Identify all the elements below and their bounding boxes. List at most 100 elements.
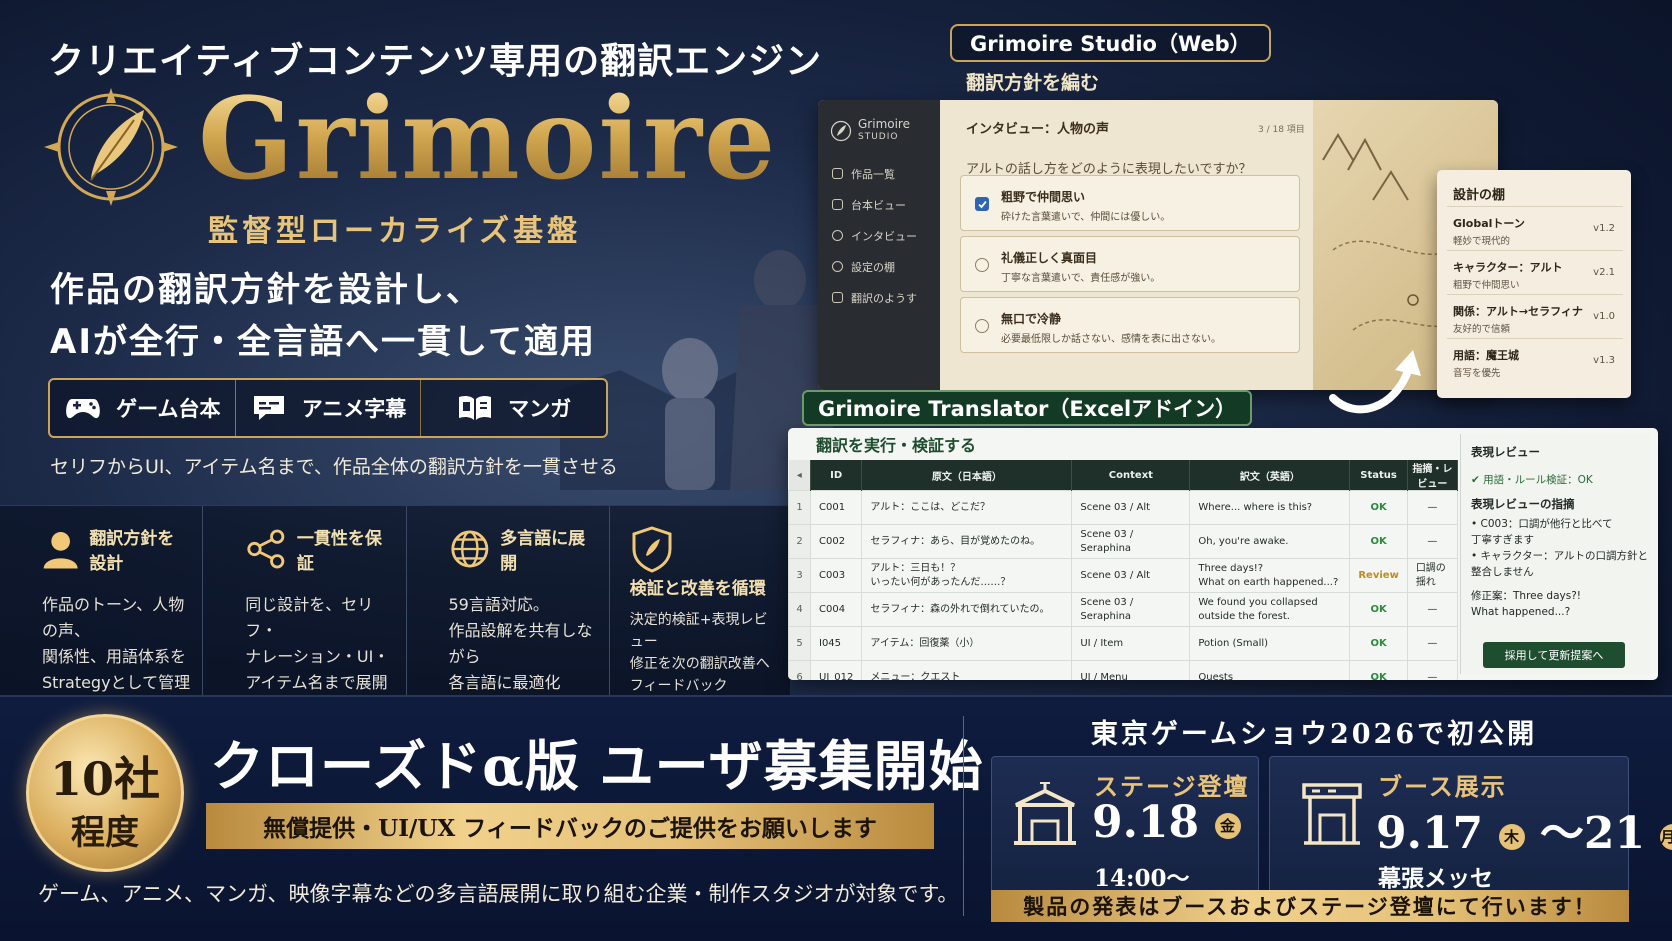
shield-icon bbox=[632, 526, 672, 573]
cell-note[interactable]: — bbox=[1406, 626, 1459, 661]
feature-verify: 検証と改善を循環 決定的検証+表現レビュー 修正を次の翻訳改善へ フィードバック bbox=[610, 506, 790, 695]
cell-target[interactable]: Where... where is this? bbox=[1189, 490, 1351, 525]
interview-icon bbox=[832, 230, 843, 241]
logo-subtitle: 監督型ローカライズ基盤 bbox=[208, 214, 582, 249]
sidebar-item-script[interactable]: 台本ビュー bbox=[818, 189, 940, 220]
studio-brand-name: Grimoire bbox=[858, 117, 910, 131]
cell-note[interactable]: — bbox=[1406, 490, 1459, 525]
cell-source[interactable]: アイテム：回復薬（小） bbox=[861, 626, 1073, 661]
shelf-row[interactable]: 用語：魔王城 音写を優先 v1.3 bbox=[1447, 338, 1623, 382]
cell-context[interactable]: UI / Item bbox=[1071, 626, 1191, 661]
media-item-game: ゲーム台本 bbox=[50, 380, 236, 436]
checkbox-checked[interactable] bbox=[975, 197, 989, 211]
cell-target[interactable]: Three days!? What on earth happened...? bbox=[1189, 558, 1351, 593]
feature-title: 多言語に展開 bbox=[500, 529, 586, 574]
sidebar-item-interview[interactable]: インタビュー bbox=[818, 220, 940, 251]
feature-strip: 翻訳方針を設計 作品のトーン、人物の声、 関係性、用語体系を Strategyと… bbox=[0, 505, 790, 695]
sidebar-item-works[interactable]: 作品一覧 bbox=[818, 158, 940, 189]
review-title: 表現レビュー bbox=[1471, 445, 1540, 459]
review-issues-title: 表現レビューの指摘 bbox=[1471, 497, 1575, 511]
cell-status[interactable]: OK bbox=[1349, 524, 1408, 559]
cell-source[interactable]: セラフィナ：あら、目が覚めたのね。 bbox=[861, 524, 1073, 559]
shelf-row-name: キャラクター：アルト bbox=[1453, 261, 1563, 274]
shelf-row[interactable]: Globalトーン 軽妙で現代的 v1.2 bbox=[1447, 206, 1623, 250]
radio-unchecked[interactable] bbox=[975, 319, 989, 333]
day-chip: 木 bbox=[1498, 823, 1525, 850]
feature-body: 59言語対応。 作品設解を共有しながら 各言語に最適化 bbox=[448, 595, 593, 692]
cell-context[interactable]: UI / Menu bbox=[1071, 660, 1191, 680]
interview-page-count: 3 / 18 項目 bbox=[1258, 125, 1305, 135]
review-check: ✔ 用語・ルール検証：OK bbox=[1471, 474, 1593, 486]
interview-title: インタビュー：人物の声 bbox=[966, 122, 1110, 137]
studio-brand-sub: STUDIO bbox=[858, 132, 899, 142]
sidebar-item-label: インタビュー bbox=[851, 229, 917, 243]
adopt-proposal-button[interactable]: 採用して更新提案へ bbox=[1483, 642, 1625, 668]
table-row[interactable]: 3 C003 アルト：三日も！？ いったい何があったんだ……？ Scene 03… bbox=[788, 558, 1459, 593]
cell-source[interactable]: アルト：三日も！？ いったい何があったんだ……？ bbox=[861, 558, 1073, 593]
sidebar-item-shelf[interactable]: 設定の棚 bbox=[818, 251, 940, 282]
table-row[interactable]: 2 C002 セラフィナ：あら、目が覚めたのね。 Scene 03 / Sera… bbox=[788, 524, 1459, 559]
feature-body: 決定的検証+表現レビュー 修正を次の翻訳改善へ フィードバック bbox=[629, 612, 770, 694]
badge-suffix: 程度 bbox=[71, 813, 139, 853]
shelf-row[interactable]: 関係：アルト→セラフィナ 友好的で信頼 v1.0 bbox=[1447, 294, 1623, 338]
feature-multilingual: 多言語に展開 59言語対応。 作品設解を共有しながら 各言語に最適化 bbox=[407, 506, 610, 695]
option-quiet[interactable]: 無口で冷静 必要最低限しか話さない、感情を表に出さない。 bbox=[960, 297, 1300, 353]
cell-status[interactable]: Review bbox=[1349, 558, 1408, 593]
cell-id[interactable]: C002 bbox=[809, 524, 863, 559]
gamepad-icon bbox=[64, 395, 102, 421]
cell-target[interactable]: Potion (Small) bbox=[1189, 626, 1351, 661]
cell-note[interactable]: — bbox=[1406, 524, 1459, 559]
cell-status[interactable]: OK bbox=[1349, 660, 1408, 680]
cell-note[interactable]: — bbox=[1406, 660, 1459, 680]
cell-status[interactable]: OK bbox=[1349, 592, 1408, 627]
section-divider bbox=[963, 716, 964, 916]
tgs-title: 東京ゲームショウ2026で初公開 bbox=[1090, 719, 1538, 750]
option-title: 無口で冷静 bbox=[1001, 312, 1062, 326]
option-desc: 砕けた言葉遣いで、仲間には優しい。 bbox=[1001, 212, 1171, 223]
cell-id[interactable]: C001 bbox=[809, 490, 863, 525]
cell-id[interactable]: I045 bbox=[809, 626, 863, 661]
cell-id[interactable]: C003 bbox=[809, 558, 863, 593]
table-row[interactable]: 5 I045 アイテム：回復薬（小） UI / Item Potion (Sma… bbox=[788, 626, 1459, 661]
quill-compass-icon bbox=[44, 88, 178, 206]
feature-title: 翻訳方針を設計 bbox=[89, 529, 175, 574]
cell-context[interactable]: Scene 03 / Seraphina bbox=[1071, 592, 1191, 627]
table-row[interactable]: 6 UI_012 メニュー：クエスト UI / Menu Quests OK — bbox=[788, 660, 1459, 680]
booth-date-start: 9.17 bbox=[1376, 808, 1484, 859]
cell-id[interactable]: C004 bbox=[809, 592, 863, 627]
option-title: 粗野で仲間思い bbox=[1001, 190, 1086, 204]
table-row[interactable]: 1 C001 アルト：ここは、どこだ？ Scene 03 / Alt Where… bbox=[788, 490, 1459, 525]
cell-context[interactable]: Scene 03 / Alt bbox=[1071, 558, 1191, 593]
grid-header: ◂ ID 原文（日本語） Context 訳文（英語） Status 指摘・レビ… bbox=[788, 460, 1459, 491]
cell-source[interactable]: メニュー：クエスト bbox=[861, 660, 1073, 680]
cell-target[interactable]: Quests bbox=[1189, 660, 1351, 680]
booth-icon bbox=[1302, 783, 1362, 845]
cell-status[interactable]: OK bbox=[1349, 626, 1408, 661]
option-title: 礼儀正しく真面目 bbox=[1001, 251, 1098, 265]
share-nodes-icon bbox=[247, 529, 285, 569]
cell-context[interactable]: Scene 03 / Seraphina bbox=[1071, 524, 1191, 559]
cell-note[interactable]: 口調の揺れ bbox=[1406, 558, 1459, 593]
cell-target[interactable]: Oh, you're awake. bbox=[1189, 524, 1351, 559]
cell-source[interactable]: アルト：ここは、どこだ？ bbox=[861, 490, 1073, 525]
chart-icon bbox=[832, 292, 843, 303]
cell-note[interactable]: — bbox=[1406, 592, 1459, 627]
globe-icon bbox=[450, 530, 488, 568]
cell-context[interactable]: Scene 03 / Alt bbox=[1071, 490, 1191, 525]
day-chip: 月・祝 bbox=[1660, 823, 1672, 850]
media-label-game: ゲーム台本 bbox=[116, 397, 221, 421]
sidebar-item-progress[interactable]: 翻訳のようす bbox=[818, 282, 940, 313]
option-rough[interactable]: 粗野で仲間思い 砕けた言葉遣いで、仲間には優しい。 bbox=[960, 175, 1300, 231]
option-desc: 丁寧な言葉遣いで、責任感が強い。 bbox=[1001, 273, 1161, 284]
cell-status[interactable]: OK bbox=[1349, 490, 1408, 525]
radio-unchecked[interactable] bbox=[975, 258, 989, 272]
cell-target[interactable]: We found you collapsed outside the fores… bbox=[1189, 592, 1351, 627]
cell-source[interactable]: セラフィナ：森の外れで倒れていたの。 bbox=[861, 592, 1073, 627]
table-row[interactable]: 4 C004 セラフィナ：森の外れで倒れていたの。 Scene 03 / Ser… bbox=[788, 592, 1459, 627]
cell-id[interactable]: UI_012 bbox=[809, 660, 863, 680]
feature-title: 一貫性を保証 bbox=[296, 529, 382, 574]
gear-icon bbox=[832, 261, 843, 272]
shelf-row[interactable]: キャラクター：アルト 粗野で仲間思い v2.1 bbox=[1447, 250, 1623, 294]
alpha-target-note: ゲーム、アニメ、マンガ、映像字幕などの多言語展開に取り組む企業・制作スタジオが対… bbox=[38, 882, 959, 906]
option-polite[interactable]: 礼儀正しく真面目 丁寧な言葉遣いで、責任感が強い。 bbox=[960, 236, 1300, 292]
